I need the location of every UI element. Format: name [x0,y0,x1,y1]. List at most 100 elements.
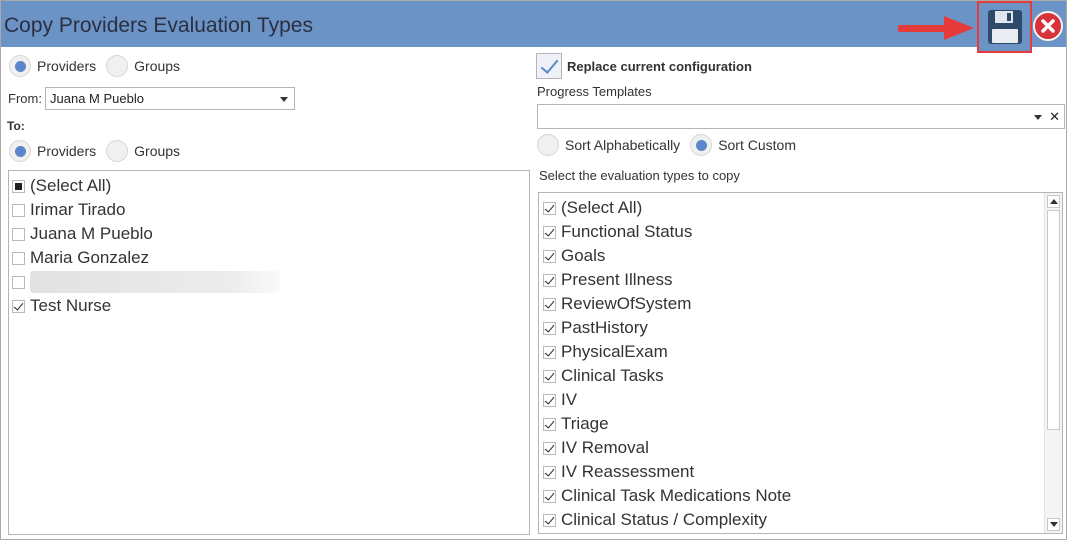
target-type-radio-group: Providers Groups [9,140,190,162]
source-providers-radio[interactable] [9,55,31,77]
list-item[interactable]: IV Reassessment [543,460,1058,484]
sort-custom-label: Sort Custom [718,137,796,153]
sort-custom-radio[interactable] [690,134,713,156]
source-groups-radio[interactable] [106,55,129,77]
red-arrow-icon [898,16,974,40]
target-providers-list: (Select All) Irimar Tirado Juana M Puebl… [8,170,530,535]
list-item[interactable] [12,270,526,294]
checkbox[interactable] [543,513,556,527]
list-item-label: IV [561,390,578,409]
list-item[interactable]: Triage [543,412,1058,436]
chevron-down-icon[interactable] [1034,115,1042,120]
redacted-name [30,271,280,293]
evaluation-types-items: (Select All) Functional Status Goals Pre… [539,193,1062,533]
list-item[interactable]: IV [543,388,1058,412]
source-providers-label: Providers [37,58,97,74]
list-item-label: IV Reassessment [561,462,695,481]
list-item[interactable]: Functional Status [543,220,1058,244]
target-providers-label: Providers [37,143,97,159]
replace-configuration-label: Replace current configuration [567,59,752,74]
scroll-down-icon[interactable] [1047,518,1060,531]
list-item[interactable]: IV Removal [543,436,1058,460]
list-item[interactable]: PhysicalExam [543,340,1058,364]
list-item-label: Irimar Tirado [30,200,126,219]
from-label: From: [8,91,42,106]
sort-alphabetically-radio[interactable] [537,134,559,156]
list-item-label: PastHistory [561,318,648,337]
to-label: To: [7,119,25,133]
list-item-label: Maria Gonzalez [30,248,150,267]
list-item-label: Present Illness [561,270,673,289]
select-all-checkbox[interactable] [12,179,25,193]
list-item-label: Test Nurse [30,296,112,315]
title-bar: Copy Providers Evaluation Types [1,1,1066,53]
checkbox[interactable] [543,273,556,287]
list-item[interactable]: Clinical Status / Complexity [543,508,1058,532]
checkbox[interactable] [543,465,556,479]
floppy-disk-icon [988,10,1022,44]
checkbox[interactable] [543,225,556,239]
list-item-label: Clinical Tasks [561,366,664,385]
list-item[interactable]: Clinical Tasks [543,364,1058,388]
checkbox[interactable] [543,489,556,503]
evaluation-types-list: (Select All) Functional Status Goals Pre… [538,192,1063,534]
from-provider-select[interactable]: Juana M Pueblo [45,87,295,110]
list-item[interactable]: PastHistory [543,316,1058,340]
list-item[interactable]: Clinical Task Medications Note [543,484,1058,508]
save-button[interactable] [977,1,1032,53]
list-item-label: Functional Status [561,222,693,241]
progress-templates-select[interactable]: ✕ [537,104,1065,129]
sort-radio-group: Sort Alphabetically Sort Custom [537,134,806,156]
progress-templates-label: Progress Templates [537,84,652,99]
list-item-label: PhysicalExam [561,342,668,361]
from-provider-value: Juana M Pueblo [50,91,144,106]
evaluation-types-label: Select the evaluation types to copy [539,168,740,183]
list-item-label: ReviewOfSystem [561,294,692,313]
checkbox[interactable] [12,251,25,265]
scrollbar-thumb[interactable] [1047,210,1060,430]
source-groups-label: Groups [134,58,181,74]
window-title: Copy Providers Evaluation Types [4,14,313,37]
list-item-label: Juana M Pueblo [30,224,153,243]
copy-providers-dialog: Copy Providers Evaluation Types Provider… [0,0,1067,540]
select-all-checkbox[interactable] [543,201,556,215]
checkbox[interactable] [543,345,556,359]
replace-configuration-checkbox[interactable] [536,53,562,79]
checkbox[interactable] [12,275,25,289]
list-item[interactable]: Irimar Tirado [12,198,526,222]
list-item[interactable]: Juana M Pueblo [12,222,526,246]
checkbox[interactable] [543,417,556,431]
checkbox[interactable] [12,227,25,241]
list-item-label: Triage [561,414,609,433]
target-groups-radio[interactable] [106,140,129,162]
clear-icon[interactable]: ✕ [1049,109,1060,125]
close-button[interactable] [1033,11,1063,41]
vertical-scrollbar[interactable] [1044,193,1062,533]
list-item-label: (Select All) [561,198,643,217]
list-item[interactable]: (Select All) [543,196,1058,220]
checkbox[interactable] [12,203,25,217]
checkbox[interactable] [543,393,556,407]
target-providers-radio[interactable] [9,140,31,162]
list-item-label: IV Removal [561,438,649,457]
close-icon [1041,19,1055,33]
sort-alphabetically-label: Sort Alphabetically [565,137,681,153]
checkbox[interactable] [543,441,556,455]
source-type-radio-group: Providers Groups [9,55,190,77]
checkbox[interactable] [543,369,556,383]
list-item[interactable]: (Select All) [12,174,526,198]
checkbox[interactable] [543,297,556,311]
list-item-label: Clinical Status / Complexity [561,510,767,529]
checkbox[interactable] [543,249,556,263]
chevron-down-icon [280,97,288,102]
scroll-up-icon[interactable] [1047,195,1060,208]
list-item[interactable]: Present Illness [543,268,1058,292]
list-item-label: Goals [561,246,606,265]
list-item[interactable]: ReviewOfSystem [543,292,1058,316]
list-item[interactable]: Goals [543,244,1058,268]
list-item[interactable]: Maria Gonzalez [12,246,526,270]
checkbox[interactable] [543,321,556,335]
list-item[interactable]: Test Nurse [12,294,526,318]
list-item-label: (Select All) [30,176,112,195]
checkbox[interactable] [12,299,25,313]
